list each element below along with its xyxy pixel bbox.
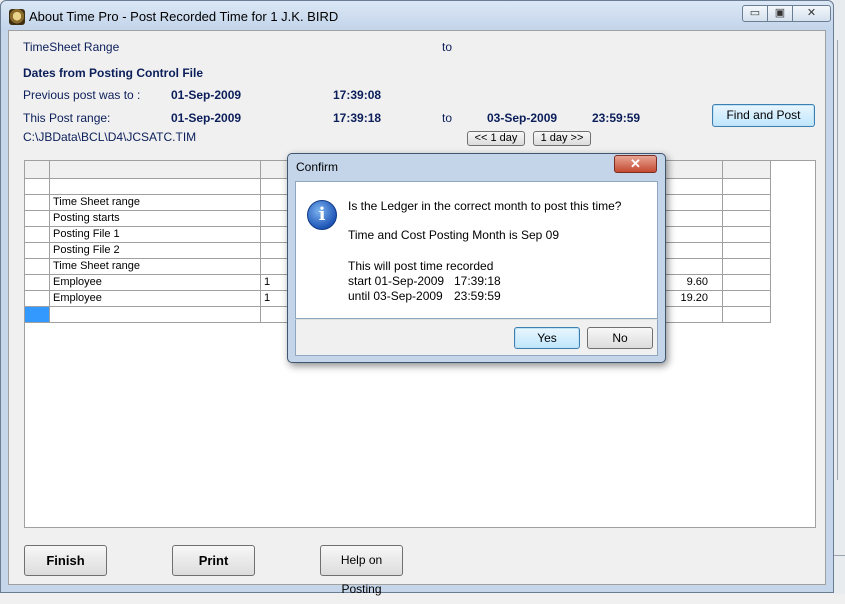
- grid-amount-cell[interactable]: [666, 307, 723, 323]
- grid-amount-cell[interactable]: [666, 195, 723, 211]
- grid-header-cell[interactable]: [666, 161, 723, 179]
- dialog-will-post: This will post time recorded: [348, 259, 494, 273]
- help-on-posting-button[interactable]: Help on Posting: [320, 545, 403, 596]
- window-title: About Time Pro - Post Recorded Time for …: [29, 9, 339, 24]
- grid-extra-cell[interactable]: [723, 195, 771, 211]
- row-indicator[interactable]: [25, 275, 50, 291]
- grid-desc-cell[interactable]: Employee: [50, 275, 261, 291]
- this-post-to-label: to: [442, 111, 453, 125]
- grid-amount-cell[interactable]: 19.20: [666, 291, 723, 307]
- dialog-title: Confirm: [296, 160, 339, 174]
- this-post-end-date: 03-Sep-2009: [487, 111, 558, 125]
- row-indicator[interactable]: [25, 179, 50, 195]
- desktop-divider-h: [833, 555, 845, 556]
- this-post-start-time: 17:39:18: [333, 111, 382, 125]
- posting-file-path: C:\JBData\BCL\D4\JCSATC.TIM: [23, 130, 197, 144]
- grid-extra-cell[interactable]: [723, 259, 771, 275]
- confirm-dialog: Confirm ✕ i Is the Ledger in the correct…: [287, 153, 666, 363]
- grid-desc-cell[interactable]: Posting File 1: [50, 227, 261, 243]
- row-indicator[interactable]: [25, 195, 50, 211]
- grid-extra-cell[interactable]: [723, 291, 771, 307]
- grid-desc-cell[interactable]: Time Sheet range: [50, 259, 261, 275]
- information-icon: i: [307, 200, 337, 230]
- grid-amount-cell[interactable]: [666, 179, 723, 195]
- previous-day-button[interactable]: << 1 day: [467, 131, 525, 146]
- grid-amount-cell[interactable]: 9.60: [666, 275, 723, 291]
- desktop-divider: [837, 40, 838, 480]
- this-post-label: This Post range:: [23, 111, 111, 125]
- find-and-post-button[interactable]: Find and Post: [712, 104, 815, 127]
- grid-corner: [25, 161, 50, 179]
- row-indicator[interactable]: [25, 211, 50, 227]
- next-day-button[interactable]: 1 day >>: [533, 131, 591, 146]
- finish-button[interactable]: Finish: [24, 545, 107, 576]
- this-post-end-time: 23:59:59: [592, 111, 641, 125]
- dialog-until-time: 23:59:59: [454, 289, 501, 303]
- dialog-body: i Is the Ledger in the correct month to …: [295, 181, 658, 319]
- grid-desc-cell[interactable]: Posting File 2: [50, 243, 261, 259]
- maximize-button[interactable]: ▣: [767, 5, 793, 22]
- grid-extra-cell[interactable]: [723, 227, 771, 243]
- grid-desc-cell[interactable]: Employee: [50, 291, 261, 307]
- dialog-start-time: 17:39:18: [454, 274, 501, 288]
- dialog-month-line: Time and Cost Posting Month is Sep 09: [348, 228, 559, 242]
- grid-extra-cell[interactable]: [723, 307, 771, 323]
- row-indicator[interactable]: [25, 243, 50, 259]
- title-bar[interactable]: About Time Pro - Post Recorded Time for …: [1, 1, 833, 31]
- dialog-start-label: start 01-Sep-2009: [348, 274, 445, 288]
- previous-post-date: 01-Sep-2009: [171, 88, 242, 102]
- grid-extra-cell[interactable]: [723, 211, 771, 227]
- grid-amount-cell[interactable]: [666, 227, 723, 243]
- grid-amount-cell[interactable]: [666, 211, 723, 227]
- this-post-start-date: 01-Sep-2009: [171, 111, 242, 125]
- minimize-button[interactable]: ▭: [742, 5, 768, 22]
- no-button[interactable]: No: [587, 327, 653, 349]
- grid-desc-cell[interactable]: Time Sheet range: [50, 195, 261, 211]
- yes-button[interactable]: Yes: [514, 327, 580, 349]
- desktop-background: [833, 0, 845, 594]
- row-indicator-selected[interactable]: [25, 307, 50, 323]
- row-indicator[interactable]: [25, 259, 50, 275]
- dates-heading: Dates from Posting Control File: [23, 66, 204, 80]
- grid-desc-cell[interactable]: Posting starts: [50, 211, 261, 227]
- timesheet-range-label: TimeSheet Range: [23, 40, 120, 54]
- grid-desc-cell[interactable]: [50, 179, 261, 195]
- grid-extra-cell[interactable]: [723, 179, 771, 195]
- grid-extra-cell[interactable]: [723, 243, 771, 259]
- timesheet-to-label: to: [442, 40, 453, 54]
- app-clock-icon: [9, 9, 25, 25]
- grid-extra-cell[interactable]: [723, 275, 771, 291]
- dialog-until-label: until 03-Sep-2009: [348, 289, 443, 303]
- row-indicator[interactable]: [25, 227, 50, 243]
- grid-header-cell[interactable]: [50, 161, 261, 179]
- grid-desc-cell[interactable]: [50, 307, 261, 323]
- print-button[interactable]: Print: [172, 545, 255, 576]
- previous-post-time: 17:39:08: [333, 88, 382, 102]
- dialog-footer: Yes No: [295, 319, 658, 356]
- grid-amount-cell[interactable]: [666, 243, 723, 259]
- row-indicator[interactable]: [25, 291, 50, 307]
- grid-header-cell[interactable]: [723, 161, 771, 179]
- previous-post-label: Previous post was to :: [23, 88, 141, 102]
- grid-amount-cell[interactable]: [666, 259, 723, 275]
- close-button[interactable]: ✕: [792, 5, 831, 22]
- dialog-question: Is the Ledger in the correct month to po…: [348, 199, 622, 213]
- dialog-close-button[interactable]: ✕: [614, 155, 657, 173]
